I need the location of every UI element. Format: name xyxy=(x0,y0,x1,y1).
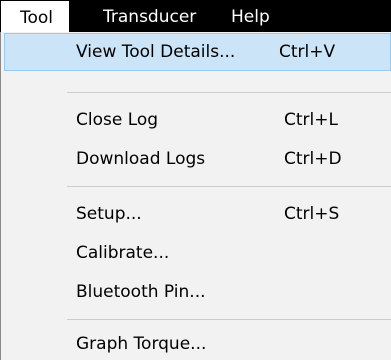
menu-item-label: View Tool Details... xyxy=(76,42,236,62)
menu-separator xyxy=(67,319,391,320)
menu-help[interactable]: Help xyxy=(231,0,270,32)
menu-item-download-logs[interactable]: Download Logs Ctrl+D xyxy=(5,140,391,178)
menu-item-shortcut: Ctrl+S xyxy=(284,204,340,224)
menu-transducer-label: Transducer xyxy=(103,7,197,27)
menu-item-graph-torque[interactable]: Graph Torque... xyxy=(5,325,391,363)
menu-item-setup[interactable]: Setup... Ctrl+S xyxy=(5,195,391,233)
menu-tool-label: Tool xyxy=(20,8,54,28)
menu-item-label: Download Logs xyxy=(76,149,206,169)
menu-separator xyxy=(67,92,391,93)
menu-separator xyxy=(67,186,391,187)
menu-item-label: Close Log xyxy=(76,110,159,130)
menu-item-shortcut: Ctrl+V xyxy=(279,42,336,62)
menu-item-label: Setup... xyxy=(76,204,142,224)
menu-tool[interactable]: Tool xyxy=(0,0,70,32)
menu-item-calibrate[interactable]: Calibrate... xyxy=(5,234,391,272)
menu-item-close-log[interactable]: Close Log Ctrl+L xyxy=(5,101,391,139)
menu-item-label: Calibrate... xyxy=(76,243,170,263)
menu-transducer[interactable]: Transducer xyxy=(103,0,196,32)
menu-item-view-tool-details[interactable]: View Tool Details... Ctrl+V xyxy=(4,33,391,71)
menu-item-shortcut: Ctrl+L xyxy=(284,110,338,130)
menu-item-label: Bluetooth Pin... xyxy=(76,282,206,302)
tool-dropdown-menu: View Tool Details... Ctrl+V Close Log Ct… xyxy=(0,32,391,360)
menu-item-shortcut: Ctrl+D xyxy=(284,149,342,169)
menu-item-bluetooth-pin[interactable]: Bluetooth Pin... xyxy=(5,273,391,311)
menu-bar: Tool Transducer Help xyxy=(0,0,391,32)
menu-item-label: Graph Torque... xyxy=(76,334,207,354)
menu-help-label: Help xyxy=(231,7,270,27)
